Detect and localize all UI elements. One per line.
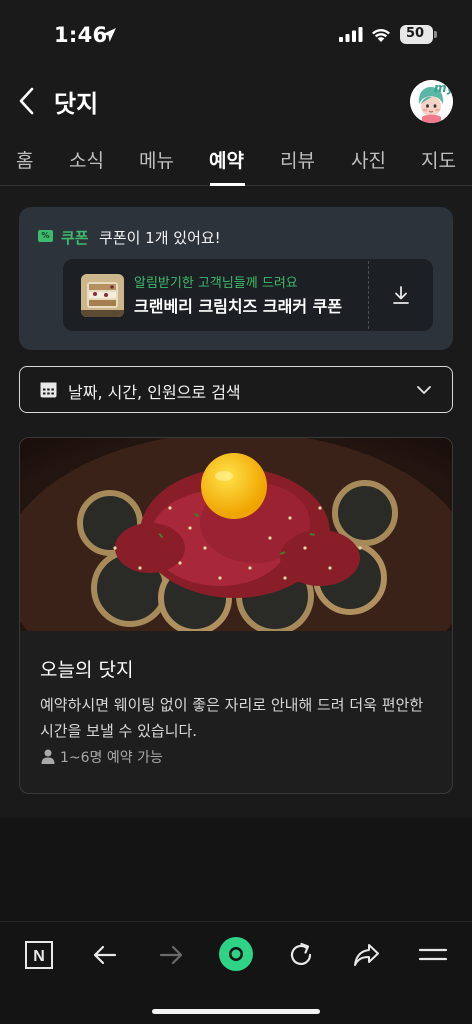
menu-button[interactable]	[416, 938, 450, 972]
active-tab-indicator	[210, 183, 245, 186]
browser-toolbar: N	[0, 921, 472, 1024]
tab-news[interactable]: 소식	[69, 146, 104, 173]
yukhoe-dish-image	[20, 438, 452, 631]
reservation-capacity: 1~6명 예약 가능	[60, 750, 163, 766]
forward-arrow-button[interactable]	[154, 938, 188, 972]
battery-icon: 50	[400, 25, 433, 44]
coupon-subtitle: 알림받기한 고객님들께 드려요	[134, 276, 298, 291]
coupon-download-button[interactable]	[369, 259, 433, 331]
coupon-name: 크랜베리 크림치즈 크래커 쿠폰	[134, 297, 343, 316]
refresh-button[interactable]	[284, 938, 318, 972]
coupon-thumbnail	[81, 274, 124, 317]
reservation-description: 예약하시면 웨이팅 없이 좋은 자리로 안내해 드려 더욱 편안한 시간을 보낼…	[40, 696, 424, 740]
reservation-title: 오늘의 닷지	[40, 659, 134, 681]
tab-reviews[interactable]: 리뷰	[280, 146, 315, 173]
reservation-card[interactable]: 오늘의 닷지 예약하시면 웨이팅 없이 좋은 자리로 안내해 드려 더욱 편안한…	[19, 437, 453, 794]
share-button[interactable]	[350, 938, 384, 972]
tab-bar: 홈 소식 메뉴 예약 리뷰 사진 지도	[0, 140, 472, 186]
coupon-card: % 쿠폰 쿠폰이 1개 있어요! 알림받기한 고객님들께 드려요 크랜베리 크림…	[19, 207, 453, 350]
page-bottom-area	[0, 818, 472, 921]
home-indicator[interactable]	[152, 1009, 320, 1014]
cracker-dessert-image	[81, 274, 124, 317]
avatar[interactable]: my	[410, 80, 453, 123]
coupon-count-text: 쿠폰이 1개 있어요!	[99, 229, 221, 247]
download-icon	[393, 286, 409, 304]
reservation-search-dropdown[interactable]: 날짜, 시간, 인원으로 검색	[19, 366, 453, 413]
status-bar: 1:46 50	[0, 0, 472, 70]
back-arrow-button[interactable]	[88, 938, 122, 972]
battery-level: 50	[405, 26, 425, 41]
person-icon	[41, 749, 55, 764]
calendar-icon	[40, 382, 57, 398]
chevron-down-icon	[417, 386, 431, 394]
wifi-icon	[372, 29, 390, 42]
search-label: 날짜, 시간, 인원으로 검색	[68, 383, 241, 402]
page-title: 닷지	[54, 90, 99, 118]
naver-home-button[interactable]: N	[22, 938, 56, 972]
tab-photos[interactable]: 사진	[351, 146, 386, 173]
naver-home-letter: N	[33, 948, 45, 965]
tab-reservation[interactable]: 예약	[209, 146, 244, 173]
reservation-photo	[20, 438, 452, 631]
tab-map[interactable]: 지도	[421, 146, 456, 173]
coupon-tag: 쿠폰	[61, 229, 89, 247]
tab-menu[interactable]: 메뉴	[139, 146, 174, 173]
cellular-signal-icon	[339, 27, 363, 42]
page: 1:46 50 닷지 my 홈 소식 메뉴 예약 리뷰 사진 지도 % 쿠폰 쿠…	[0, 0, 472, 1024]
coupon-ticket-icon: %	[38, 230, 53, 242]
avatar-badge-text: my	[434, 81, 453, 95]
green-dot-button[interactable]	[217, 935, 255, 973]
tab-home[interactable]: 홈	[16, 146, 33, 173]
back-button[interactable]	[14, 84, 44, 118]
coupon-item[interactable]: 알림받기한 고객님들께 드려요 크랜베리 크림치즈 크래커 쿠폰	[63, 259, 433, 331]
battery-cap	[434, 31, 437, 38]
location-arrow-icon	[102, 28, 116, 42]
